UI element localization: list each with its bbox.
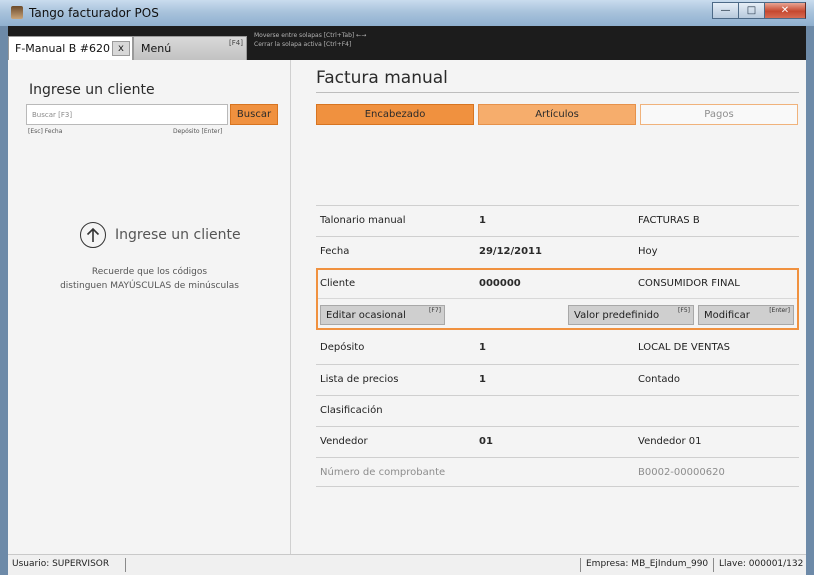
row-fecha[interactable]: Fecha 29/12/2011 Hoy — [316, 236, 799, 266]
close-window-button[interactable]: ✕ — [764, 2, 806, 19]
client-panel: Ingrese un cliente Buscar [Esc] Fecha De… — [8, 60, 291, 554]
window-controls: — □ ✕ — [712, 2, 806, 19]
button-shortcut: [Enter] — [769, 307, 790, 314]
maximize-button[interactable]: □ — [738, 2, 764, 19]
field-description: Vendedor 01 — [638, 436, 702, 447]
row-talonario[interactable]: Talonario manual 1 FACTURAS B — [316, 205, 799, 235]
tab-hint-close: Cerrar la solapa activa [Ctrl+F4] — [254, 41, 352, 48]
empty-state-title: Ingrese un cliente — [115, 227, 241, 243]
row-cliente[interactable]: Cliente 000000 CONSUMIDOR FINAL — [318, 270, 797, 299]
status-divider — [713, 558, 714, 572]
status-bar: Usuario: SUPERVISOR Empresa: MB_EjIndum_… — [8, 554, 806, 575]
client-panel-title: Ingrese un cliente — [29, 82, 155, 98]
hint-esc-fecha: [Esc] Fecha — [28, 128, 63, 135]
search-button[interactable]: Buscar — [230, 104, 278, 125]
tab-menu-label: Menú — [141, 42, 172, 55]
case-note-line1: Recuerde que los códigos — [91, 267, 208, 277]
button-label: Editar ocasional — [326, 310, 406, 321]
app-window: F-Manual B #620 x Menú [F4] Moverse entr… — [8, 26, 806, 575]
step-pagos[interactable]: Pagos — [640, 104, 798, 125]
page-title: Factura manual — [316, 68, 448, 88]
minimize-button[interactable]: — — [712, 2, 738, 19]
tab-menu[interactable]: Menú [F4] — [133, 36, 247, 60]
field-label: Depósito — [320, 342, 365, 353]
field-value: 1 — [479, 342, 486, 353]
row-numero-comprobante: Número de comprobante B0002-00000620 — [316, 457, 799, 487]
app-icon — [11, 6, 23, 19]
edit-occasional-button[interactable]: Editar ocasional [F7] — [320, 305, 445, 325]
step-encabezado[interactable]: Encabezado — [316, 104, 474, 125]
row-clasificacion[interactable]: Clasificación — [316, 395, 799, 425]
tab-strip: F-Manual B #620 x Menú [F4] Moverse entr… — [8, 26, 806, 60]
tab-close-button[interactable]: x — [112, 41, 130, 56]
field-description: B0002-00000620 — [638, 467, 725, 478]
status-divider — [580, 558, 581, 572]
invoice-panel: Factura manual Encabezado Artículos Pago… — [291, 60, 806, 554]
status-llave: Llave: 000001/132 — [719, 559, 804, 569]
field-value: 1 — [479, 215, 486, 226]
button-shortcut: [F5] — [678, 307, 690, 314]
field-label: Talonario manual — [320, 215, 406, 226]
field-label: Fecha — [320, 246, 350, 257]
arrow-up-circle-icon — [80, 222, 106, 248]
field-label: Lista de precios — [320, 374, 399, 385]
field-value: 29/12/2011 — [479, 246, 542, 257]
field-description: Hoy — [638, 246, 658, 257]
button-label: Modificar — [704, 310, 750, 321]
status-user: Usuario: SUPERVISOR — [12, 559, 110, 569]
title-divider — [316, 92, 799, 93]
field-label: Número de comprobante — [320, 467, 446, 478]
field-label: Vendedor — [320, 436, 368, 447]
field-description: Contado — [638, 374, 680, 385]
tab-label: F-Manual B #620 — [15, 42, 111, 55]
field-label: Cliente — [320, 278, 356, 289]
status-divider — [125, 558, 126, 572]
field-value: 01 — [479, 436, 493, 447]
window-title: Tango facturador POS — [29, 6, 159, 20]
case-note-line2: distinguen MAYÚSCULAS de minúsculas — [60, 281, 239, 291]
field-value: 000000 — [479, 278, 521, 289]
tab-menu-shortcut: [F4] — [229, 39, 243, 47]
modify-button[interactable]: Modificar [Enter] — [698, 305, 794, 325]
field-description: FACTURAS B — [638, 215, 700, 226]
title-bar: Tango facturador POS — □ ✕ — [0, 0, 814, 26]
status-empresa: Empresa: MB_EjIndum_990 — [586, 559, 709, 569]
step-articulos[interactable]: Artículos — [478, 104, 636, 125]
row-lista-precios[interactable]: Lista de precios 1 Contado — [316, 364, 799, 394]
client-field-group: Cliente 000000 CONSUMIDOR FINAL Editar o… — [316, 268, 799, 330]
field-value: 1 — [479, 374, 486, 385]
row-deposito[interactable]: Depósito 1 LOCAL DE VENTAS — [316, 333, 799, 363]
button-shortcut: [F7] — [429, 307, 441, 314]
hint-enter-deposito: Depósito [Enter] — [173, 128, 223, 135]
tab-hint-switch: Moverse entre solapas [Ctrl+Tab] ←→ — [254, 32, 367, 39]
field-label: Clasificación — [320, 405, 383, 416]
button-label: Valor predefinido — [574, 310, 660, 321]
tab-factura-manual[interactable]: F-Manual B #620 x — [8, 36, 133, 60]
field-description: CONSUMIDOR FINAL — [638, 278, 740, 289]
field-description: LOCAL DE VENTAS — [638, 342, 731, 353]
client-search-input[interactable] — [26, 104, 228, 125]
row-vendedor[interactable]: Vendedor 01 Vendedor 01 — [316, 426, 799, 456]
default-value-button[interactable]: Valor predefinido [F5] — [568, 305, 694, 325]
